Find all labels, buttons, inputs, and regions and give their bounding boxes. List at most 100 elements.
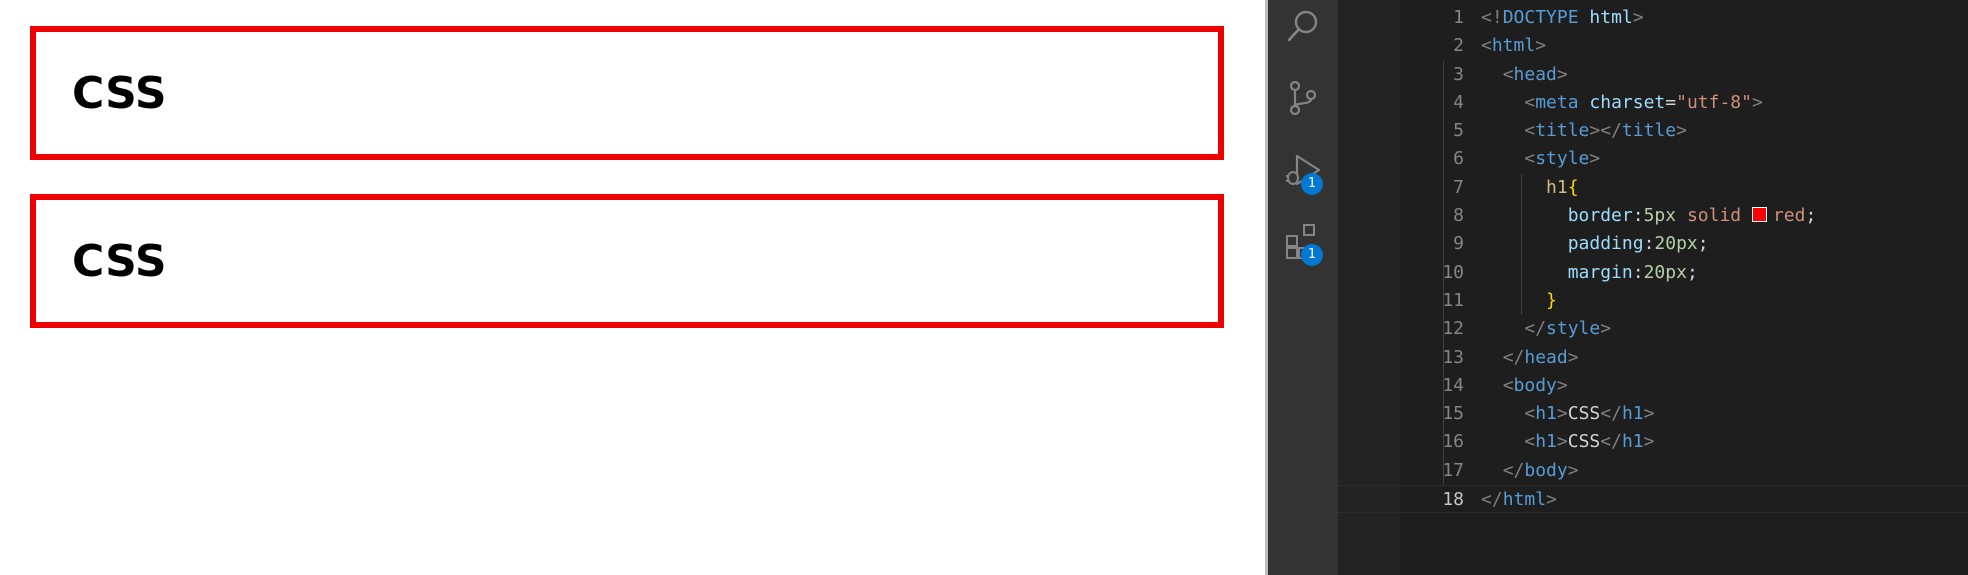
code-line[interactable]: 15 <h1>CSS</h1>: [1338, 400, 1968, 429]
code-line[interactable]: 10 margin:20px;: [1338, 258, 1968, 287]
code-token: CSS: [1567, 431, 1601, 453]
code-token: <: [1524, 91, 1536, 113]
code-line[interactable]: 7 h1{: [1338, 173, 1968, 203]
code-token: >: [1556, 403, 1568, 425]
code-text: <meta charset="utf-8">: [1481, 89, 1763, 117]
code-token: {: [1567, 176, 1579, 198]
code-token: html: [1491, 35, 1536, 57]
code-line[interactable]: 16 <h1>CSS</h1>: [1338, 428, 1968, 457]
code-token: =: [1665, 91, 1677, 113]
code-text: <html>: [1481, 32, 1546, 60]
code-line[interactable]: 5 <title></title>: [1338, 117, 1968, 146]
search-icon[interactable]: [1283, 6, 1323, 46]
code-text: </style>: [1481, 315, 1611, 343]
preview-heading-2: CSS: [30, 194, 1224, 328]
indent-guide: [1443, 60, 1444, 89]
code-line[interactable]: 17 </body>: [1338, 456, 1968, 486]
indent-guide: [1443, 456, 1444, 486]
code-token: 20px: [1643, 261, 1687, 283]
indent-guide: [1521, 202, 1522, 231]
code-token: border: [1567, 205, 1633, 227]
code-token: :: [1632, 261, 1644, 283]
code-token: ;: [1686, 261, 1698, 283]
code-token: head: [1524, 346, 1568, 368]
code-text: <h1>CSS</h1>: [1481, 428, 1654, 456]
code-token: :: [1632, 205, 1644, 227]
indent-guide: [1443, 400, 1444, 429]
code-token: style: [1546, 318, 1601, 340]
code-line[interactable]: 3 <head>: [1338, 60, 1968, 89]
code-token: >: [1643, 431, 1655, 453]
code-editor[interactable]: 1 <!DOCTYPE html> 2 <html> 3 <head> 4 <meta c…: [1338, 0, 1968, 575]
code-token: body: [1513, 374, 1557, 396]
code-text: <style>: [1481, 145, 1600, 173]
code-token: <: [1524, 431, 1536, 453]
code-text: h1{: [1481, 174, 1579, 202]
code-token: <!: [1481, 7, 1503, 28]
code-token: </: [1600, 403, 1622, 425]
line-number: 9: [1453, 233, 1464, 255]
code-line[interactable]: 8 border:5px solid red;: [1338, 202, 1968, 231]
indent-guide: [1443, 315, 1444, 344]
line-number: 12: [1442, 318, 1464, 340]
code-text: border:5px solid red;: [1481, 202, 1817, 230]
code-token: <: [1502, 374, 1514, 396]
code-token: h1: [1535, 403, 1557, 425]
line-number: 15: [1442, 403, 1464, 425]
code-token: <: [1524, 403, 1536, 425]
line-number: 10: [1442, 261, 1464, 283]
code-line[interactable]: 11 }: [1338, 286, 1968, 316]
line-number: 16: [1442, 431, 1464, 453]
code-token: html: [1589, 7, 1633, 28]
code-line[interactable]: 14 <body>: [1338, 371, 1968, 401]
code-token: >: [1676, 120, 1687, 142]
code-line[interactable]: 12 </style>: [1338, 315, 1968, 344]
line-number: 5: [1453, 120, 1464, 142]
code-token: body: [1524, 459, 1568, 481]
code-token: meta: [1535, 91, 1579, 113]
code-token: 5px: [1643, 205, 1677, 227]
line-number: 8: [1453, 205, 1464, 227]
code-token: style: [1535, 148, 1590, 170]
indent-guide: [1443, 202, 1444, 231]
code-token: 20px: [1654, 233, 1698, 255]
code-line[interactable]: 18 </html>: [1338, 485, 1968, 514]
code-token: >: [1632, 7, 1644, 28]
code-line[interactable]: 4 <meta charset="utf-8">: [1338, 88, 1968, 118]
code-token: CSS: [1567, 403, 1601, 425]
indent-guide: [1443, 286, 1444, 316]
code-token: >: [1589, 148, 1601, 170]
code-token: >: [1751, 91, 1763, 113]
code-line[interactable]: 6 <style>: [1338, 145, 1968, 174]
code-text: margin:20px;: [1481, 259, 1698, 287]
code-line[interactable]: 9 padding:20px;: [1338, 230, 1968, 259]
code-token: <: [1524, 120, 1536, 142]
line-number: 11: [1442, 289, 1464, 311]
browser-preview: CSS CSS: [0, 0, 1265, 575]
code-token: ;: [1805, 205, 1817, 227]
code-line[interactable]: 2 <html>: [1338, 32, 1968, 60]
code-token: </: [1524, 318, 1547, 340]
indent-guide: [1443, 117, 1444, 146]
color-swatch[interactable]: [1751, 206, 1767, 222]
code-text: padding:20px;: [1481, 230, 1709, 258]
code-line[interactable]: 1 <!DOCTYPE html>: [1338, 4, 1968, 32]
source-control-icon[interactable]: [1283, 78, 1323, 118]
code-line[interactable]: 13 </head>: [1338, 343, 1968, 372]
code-token: </: [1502, 459, 1525, 481]
line-number: 1: [1453, 7, 1464, 28]
code-lines[interactable]: 1 <!DOCTYPE html> 2 <html> 3 <head> 4 <meta c…: [1338, 4, 1968, 514]
